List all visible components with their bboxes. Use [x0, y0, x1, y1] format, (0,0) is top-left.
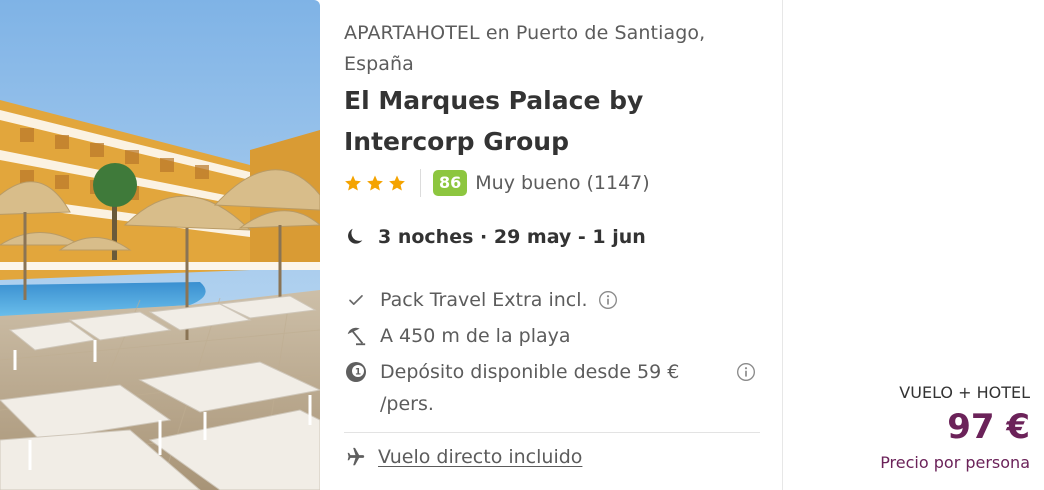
- star-icon: [367, 175, 383, 191]
- rating-divider: [420, 169, 421, 197]
- price-amount[interactable]: 97 €: [947, 407, 1030, 447]
- hotel-card[interactable]: APARTAHOTEL en Puerto de Santiago, Españ…: [0, 0, 1044, 490]
- direct-flight-link[interactable]: Vuelo directo incluido: [378, 446, 582, 468]
- info-icon[interactable]: [598, 284, 618, 316]
- deposit-coin-icon: 1: [344, 356, 368, 388]
- feature-pack-travel: Pack Travel Extra incl.: [344, 284, 618, 316]
- score-label[interactable]: Muy bueno (1147): [475, 172, 649, 194]
- star-icon: [389, 175, 405, 191]
- price-note: Precio por persona: [880, 453, 1030, 472]
- moon-icon: [348, 228, 363, 244]
- svg-text:1: 1: [355, 368, 361, 378]
- stay-dates-text: 3 noches · 29 may - 1 jun: [378, 226, 646, 248]
- feature-text: A 450 m de la playa: [380, 325, 571, 347]
- info-icon[interactable]: [736, 362, 756, 386]
- hotel-photo[interactable]: [0, 0, 320, 490]
- check-icon: [344, 284, 368, 316]
- feature-beach-distance: A 450 m de la playa: [344, 320, 571, 352]
- beach-umbrella-icon: [344, 320, 368, 352]
- rating-row: 86 Muy bueno (1147): [344, 168, 650, 198]
- hotel-location: APARTAHOTEL en Puerto de Santiago, Españ…: [344, 22, 706, 75]
- star-rating: [344, 174, 406, 192]
- package-type: VUELO + HOTEL: [899, 383, 1030, 402]
- score-badge: 86: [433, 170, 468, 196]
- stay-dates: 3 noches · 29 may - 1 jun: [344, 226, 646, 248]
- price-panel[interactable]: VUELO + HOTEL 97 € Precio por persona: [783, 0, 1044, 490]
- hotel-name[interactable]: El Marques Palace by Intercorp Group: [344, 80, 764, 162]
- feature-text: Depósito disponible desde 59 € /pers.: [380, 361, 680, 415]
- flight-info: Vuelo directo incluido: [344, 446, 582, 468]
- feature-deposit: 1 Depósito disponible desde 59 € /pers.: [344, 356, 764, 420]
- feature-text: Pack Travel Extra incl.: [380, 289, 588, 311]
- hotel-info: APARTAHOTEL en Puerto de Santiago, Españ…: [320, 0, 782, 490]
- star-icon: [345, 175, 361, 191]
- airplane-icon: [347, 447, 365, 466]
- section-divider: [344, 432, 760, 433]
